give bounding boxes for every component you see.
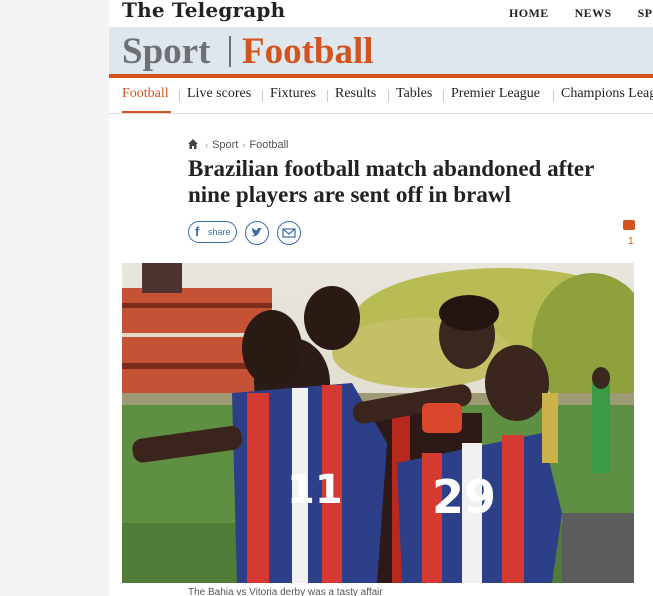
subnav-results[interactable]: Results xyxy=(335,86,376,102)
top-nav: HOME NEWS SPO xyxy=(509,4,653,22)
nav-home[interactable]: HOME xyxy=(509,6,549,20)
jersey-number-29: 29 xyxy=(432,470,496,524)
subnav-tables[interactable]: Tables xyxy=(396,86,432,102)
breadcrumb-chevron-icon: › xyxy=(205,140,209,150)
subnav-football[interactable]: Football xyxy=(122,86,169,102)
article-video-still[interactable]: 11 29 xyxy=(122,263,634,583)
email-share-button[interactable] xyxy=(277,221,301,245)
subnav-separator xyxy=(327,90,328,102)
section-football-title[interactable]: Football xyxy=(242,30,374,73)
comment-count[interactable]: 1 xyxy=(628,236,634,247)
section-divider xyxy=(229,36,231,67)
subnav-separator xyxy=(443,90,444,102)
photo-caption: The Bahia vs Vitoria derby was a tasty a… xyxy=(188,587,383,596)
subnav-separator xyxy=(179,90,180,102)
telegraph-logo[interactable]: The Telegraph xyxy=(122,0,285,22)
nav-news[interactable]: NEWS xyxy=(575,6,612,20)
article-headline: Brazilian football match abandoned after… xyxy=(188,156,594,207)
subnav-champions-league[interactable]: Champions Leag xyxy=(561,86,653,102)
brawl-photo: 11 29 xyxy=(122,263,634,583)
twitter-share-button[interactable] xyxy=(245,221,269,245)
page: The Telegraph HOME NEWS SPO Sport Football… xyxy=(109,0,653,596)
subnav-premier-league[interactable]: Premier League xyxy=(451,86,540,102)
subnav-separator xyxy=(262,90,263,102)
section-sport-title[interactable]: Sport xyxy=(122,30,210,73)
facebook-share-button[interactable]: f share xyxy=(188,221,237,243)
nav-sport[interactable]: SPO xyxy=(638,6,653,20)
breadcrumb-sport[interactable]: Sport xyxy=(212,139,238,151)
jersey-number-11: 11 xyxy=(287,467,343,513)
breadcrumb-chevron-icon: › xyxy=(242,140,246,150)
breadcrumb-football[interactable]: Football xyxy=(249,139,288,151)
breadcrumb: › Sport › Football xyxy=(188,139,289,151)
home-icon[interactable] xyxy=(188,139,198,149)
subnav-separator xyxy=(388,90,389,102)
comment-icon[interactable] xyxy=(623,220,635,230)
share-label: share xyxy=(208,227,231,237)
section-rule xyxy=(109,74,653,78)
subnav-fixtures[interactable]: Fixtures xyxy=(270,86,316,102)
subnav-separator xyxy=(553,90,554,102)
email-icon xyxy=(282,228,296,238)
facebook-icon: f xyxy=(195,224,200,239)
twitter-icon xyxy=(251,227,262,237)
subnav-live-scores[interactable]: Live scores xyxy=(187,86,251,102)
top-bar: The Telegraph HOME NEWS SPO xyxy=(109,0,653,27)
subnav-rule xyxy=(109,113,653,114)
